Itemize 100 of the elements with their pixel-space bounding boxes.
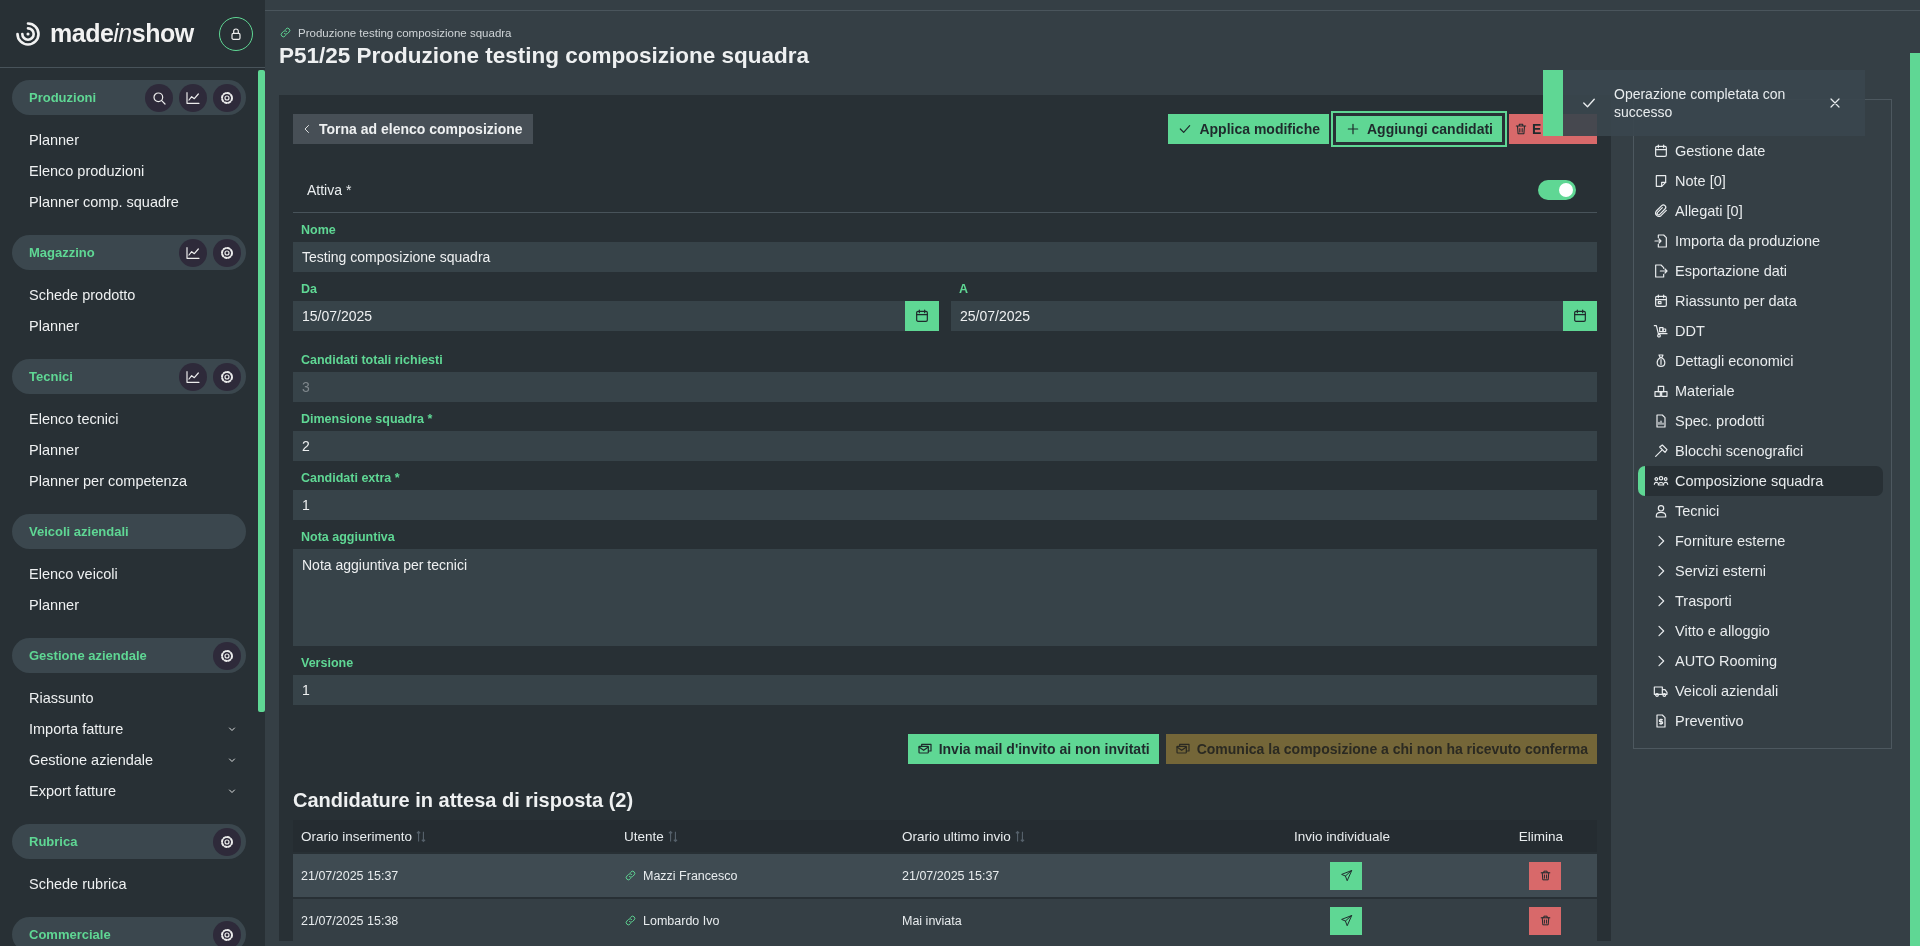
menu-item[interactable]: AUTO Rooming — [1638, 646, 1883, 676]
input-field[interactable]: Testing composizione squadra — [293, 242, 1597, 272]
nav-item[interactable]: Planner per competenza — [0, 465, 258, 496]
file-import-icon — [1653, 233, 1669, 249]
nav-item[interactable]: Planner — [0, 589, 258, 620]
nav-item[interactable]: Planner — [0, 124, 258, 155]
input-field[interactable]: 1 — [293, 675, 1597, 705]
menu-item[interactable]: Trasporti — [1638, 586, 1883, 616]
menu-item[interactable]: Preventivo — [1638, 706, 1883, 736]
chart-button[interactable] — [179, 238, 207, 267]
settings-button[interactable] — [213, 238, 241, 267]
column-header[interactable]: Orario ultimo invio — [902, 828, 1011, 844]
paperclip-icon — [1653, 203, 1669, 219]
nav-item[interactable]: Elenco veicoli — [0, 558, 258, 589]
delete-button[interactable] — [1529, 906, 1561, 935]
section-title: Magazzino — [29, 245, 95, 260]
nav-item[interactable]: Gestione aziendale — [0, 744, 258, 775]
column-header[interactable]: Orario inserimento — [301, 828, 413, 844]
input-field: 3 — [293, 372, 1597, 402]
menu-item[interactable]: Dettagli economici — [1638, 346, 1883, 376]
user-link[interactable]: Mazzi Francesco — [643, 868, 738, 883]
column-header[interactable]: Utente — [624, 828, 664, 844]
settings-button[interactable] — [213, 920, 241, 946]
link-icon — [624, 914, 637, 927]
calendar-button[interactable] — [905, 301, 939, 331]
section-header[interactable]: Produzioni — [12, 80, 246, 115]
send-icon — [1339, 869, 1353, 882]
scrollbar-thumb[interactable] — [258, 70, 265, 712]
text-area[interactable]: Nota aggiuntiva per tecnici — [293, 549, 1597, 646]
table-cell: 21/07/2025 15:37 — [902, 868, 1000, 883]
menu-item[interactable]: Importa da produzione — [1638, 226, 1883, 256]
table-row[interactable]: 21/07/2025 15:37 Mazzi Francesco 21/07/2025 15:37 — [293, 852, 1597, 897]
logo-text: madeinshow — [50, 19, 194, 48]
section-header[interactable]: Veicoli aziendali — [12, 514, 246, 549]
settings-button[interactable] — [213, 83, 241, 112]
nav-item[interactable]: Schede prodotto — [0, 279, 258, 310]
toggle-switch[interactable] — [1538, 179, 1576, 200]
calendar-button[interactable] — [1563, 301, 1597, 331]
add-candidates-button[interactable]: Aggiungi candidati — [1334, 114, 1504, 144]
scrollbar-thumb[interactable] — [1910, 53, 1920, 946]
nav-item[interactable]: Schede rubrica — [0, 868, 258, 899]
menu-item[interactable]: Forniture esterne — [1638, 526, 1883, 556]
breadcrumb-link[interactable]: Produzione testing composizione squadra — [298, 26, 512, 39]
section-header[interactable]: Commerciale — [12, 917, 246, 946]
menu-item[interactable]: Composizione squadra — [1638, 466, 1883, 496]
nav-item[interactable]: Export fatture — [0, 775, 258, 806]
date-field[interactable]: 25/07/2025 — [951, 301, 1563, 331]
chart-icon — [185, 368, 201, 385]
apply-button[interactable]: Applica modifiche — [1168, 114, 1329, 144]
chart-button[interactable] — [179, 362, 207, 391]
section-header[interactable]: Rubrica — [12, 824, 246, 859]
menu-item[interactable]: Gestione date — [1638, 136, 1883, 166]
nav-item[interactable]: Planner — [0, 434, 258, 465]
back-button[interactable]: Torna ad elenco composizione — [293, 114, 533, 144]
user-link[interactable]: Lombardo Ivo — [643, 913, 720, 928]
menu-item[interactable]: Materiale — [1638, 376, 1883, 406]
page-title: P51/25 Produzione testing composizione squadra — [279, 43, 811, 69]
section-header[interactable]: Magazzino — [12, 235, 246, 270]
invite-mail-button[interactable]: Invia mail d'invito ai non invitati — [907, 734, 1159, 764]
nav-item[interactable]: Riassunto — [0, 682, 258, 713]
nav-item[interactable]: Planner comp. squadre — [0, 186, 258, 217]
section-header[interactable]: Gestione aziendale — [12, 638, 246, 673]
menu-item[interactable]: DDT — [1638, 316, 1883, 346]
settings-button[interactable] — [213, 827, 241, 856]
delete-button[interactable] — [1529, 861, 1561, 890]
input-field[interactable]: 2 — [293, 431, 1597, 461]
users-icon — [1653, 473, 1669, 489]
column-header: Invio individuale — [1293, 828, 1391, 844]
menu-item[interactable]: Veicoli aziendali — [1638, 676, 1883, 706]
nav-item[interactable]: Elenco tecnici — [0, 403, 258, 434]
section-header[interactable]: Tecnici — [12, 359, 246, 394]
menu-item[interactable]: Tecnici — [1638, 496, 1883, 526]
menu-item[interactable]: Esportazione dati — [1638, 256, 1883, 286]
nav-item[interactable]: Planner — [0, 310, 258, 341]
menu-item[interactable]: Servizi esterni — [1638, 556, 1883, 586]
menu-item[interactable]: Spec. prodotti — [1638, 406, 1883, 436]
field-label: Da — [300, 282, 318, 296]
menu-item[interactable]: Riassunto per data — [1638, 286, 1883, 316]
nav-item[interactable]: Elenco produzioni — [0, 155, 258, 186]
send-button[interactable] — [1330, 906, 1362, 935]
table-cell: 21/07/2025 15:38 — [301, 913, 399, 928]
menu-item[interactable]: Blocchi scenografici — [1638, 436, 1883, 466]
input-field[interactable]: 1 — [293, 490, 1597, 520]
field-label: Candidati extra * — [300, 471, 401, 485]
section-title: Tecnici — [29, 369, 73, 384]
settings-button[interactable] — [213, 362, 241, 391]
date-field[interactable]: 15/07/2025 — [293, 301, 905, 331]
settings-button[interactable] — [213, 641, 241, 670]
menu-item[interactable]: Vitto e alloggio — [1638, 616, 1883, 646]
menu-item[interactable]: Note [0] — [1638, 166, 1883, 196]
search-button[interactable] — [145, 83, 173, 112]
section-title: Rubrica — [29, 834, 78, 849]
nav-item[interactable]: Importa fatture — [0, 713, 258, 744]
settings-icon — [219, 926, 235, 943]
table-row[interactable]: 21/07/2025 15:38 Lombardo Ivo Mai inviata — [293, 897, 1597, 942]
menu-item[interactable]: Allegati [0] — [1638, 196, 1883, 226]
send-icon — [1339, 914, 1353, 927]
send-button[interactable] — [1330, 861, 1362, 890]
chart-button[interactable] — [179, 83, 207, 112]
mail-icon — [916, 741, 933, 757]
